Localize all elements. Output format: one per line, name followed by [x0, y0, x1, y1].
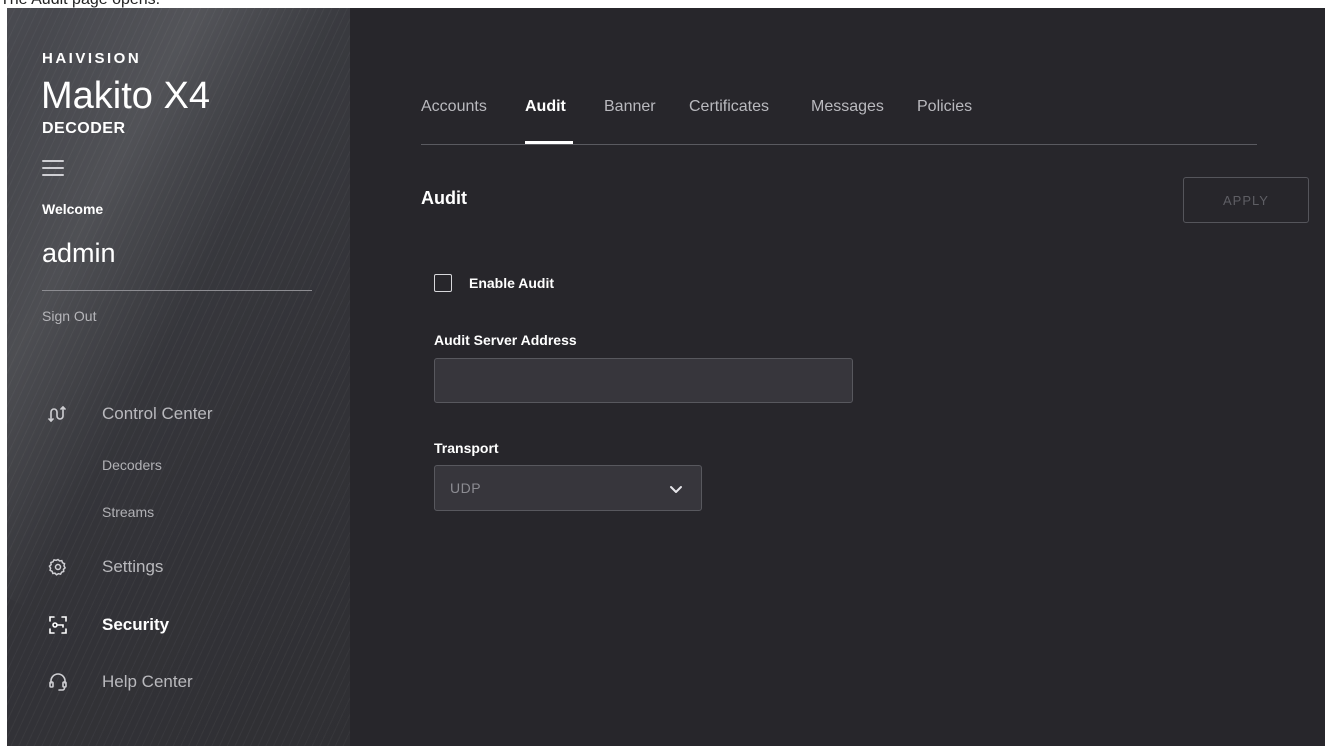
key-scan-icon [47, 614, 69, 636]
server-address-label: Audit Server Address [434, 332, 577, 348]
enable-audit-label: Enable Audit [469, 275, 555, 291]
company-logo: HAIVISION [42, 50, 142, 67]
transport-label: Transport [434, 440, 499, 456]
sidebar-item-settings[interactable]: Settings [47, 556, 163, 578]
sidebar: HAIVISION Makito X4 DECODER Welcome admi… [7, 8, 350, 746]
sidebar-item-decoders[interactable]: Decoders [102, 457, 162, 473]
sidebar-item-security[interactable]: Security [47, 614, 169, 636]
headset-icon [47, 671, 69, 693]
app-window: HAIVISION Makito X4 DECODER Welcome admi… [7, 8, 1325, 746]
caption-text: The Audit page opens. [0, 0, 160, 8]
sidebar-item-label: Security [102, 615, 170, 634]
transport-selected-value: UDP [450, 480, 482, 496]
hamburger-menu-icon[interactable] [42, 160, 64, 176]
sidebar-item-help-center[interactable]: Help Center [47, 671, 193, 693]
sign-out-link[interactable]: Sign Out [42, 308, 96, 324]
sidebar-item-control-center[interactable]: Control Center [47, 403, 213, 425]
active-tab-indicator [525, 141, 573, 144]
apply-button[interactable]: APPLY [1183, 177, 1309, 223]
tab-messages[interactable]: Messages [811, 98, 884, 116]
welcome-label: Welcome [42, 201, 104, 217]
chevron-down-icon [669, 482, 683, 500]
sidebar-item-label: Help Center [102, 672, 193, 691]
gear-icon [47, 556, 69, 578]
page-title: Audit [421, 188, 467, 208]
product-subtitle: DECODER [42, 120, 126, 137]
enable-audit-row[interactable]: Enable Audit [434, 274, 554, 292]
sidebar-item-label: Settings [102, 557, 164, 576]
tab-accounts[interactable]: Accounts [421, 98, 487, 116]
server-address-input[interactable] [434, 358, 853, 403]
sidebar-item-streams[interactable]: Streams [102, 504, 154, 520]
sidebar-item-label: Control Center [102, 404, 213, 423]
route-icon [47, 403, 69, 425]
tab-certificates[interactable]: Certificates [689, 98, 769, 116]
tab-banner[interactable]: Banner [604, 98, 656, 116]
tab-policies[interactable]: Policies [917, 98, 972, 116]
username: admin [42, 238, 116, 268]
tab-bar: Accounts Audit Banner Certificates Messa… [421, 80, 1257, 145]
tab-audit[interactable]: Audit [525, 98, 566, 116]
product-name: Makito X4 [41, 75, 210, 117]
sidebar-divider [42, 290, 312, 291]
transport-select[interactable]: UDP [434, 465, 702, 511]
enable-audit-checkbox[interactable] [434, 274, 452, 292]
